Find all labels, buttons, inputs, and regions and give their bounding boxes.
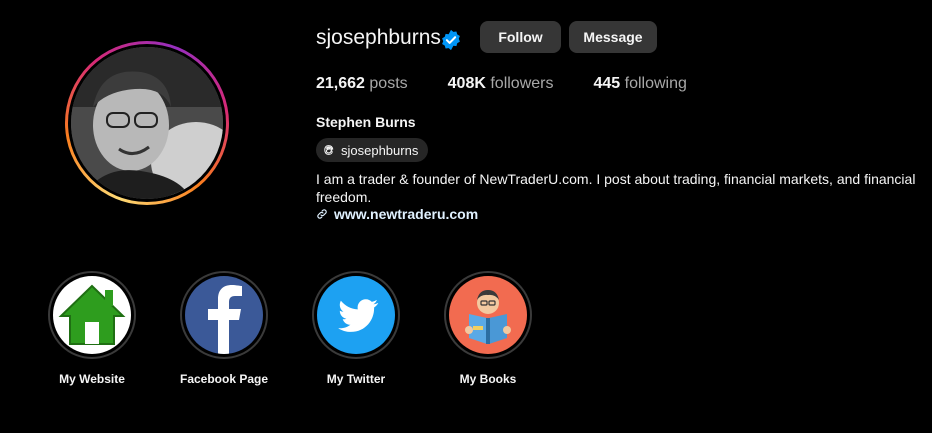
highlight-cover bbox=[449, 276, 527, 354]
profile-website-link[interactable]: www.newtraderu.com bbox=[316, 206, 478, 222]
highlight-cover bbox=[53, 276, 131, 354]
profile-username: sjosephburns bbox=[316, 26, 441, 49]
stat-followers-label: followers bbox=[490, 75, 554, 92]
highlight-label: My Website bbox=[59, 372, 125, 386]
threads-badge[interactable]: sjosephburns bbox=[316, 138, 429, 162]
highlight-ring bbox=[444, 271, 532, 359]
highlight-ring bbox=[48, 271, 136, 359]
profile-bio: I am a trader & founder of NewTraderU.co… bbox=[316, 171, 916, 205]
message-button[interactable]: Message bbox=[569, 21, 657, 53]
threads-icon bbox=[324, 145, 334, 155]
highlight-cover bbox=[317, 276, 395, 354]
profile-avatar[interactable] bbox=[71, 47, 223, 199]
highlight-label: My Books bbox=[459, 372, 517, 386]
stat-following-label: following bbox=[624, 75, 687, 92]
link-icon bbox=[317, 209, 327, 219]
verified-badge-icon bbox=[442, 29, 460, 51]
avatar-photo bbox=[71, 47, 223, 199]
reader-book-icon bbox=[449, 276, 527, 354]
highlight-my-website[interactable]: My Website bbox=[47, 271, 137, 386]
highlight-label: My Twitter bbox=[326, 372, 386, 386]
highlight-facebook-page[interactable]: Facebook Page bbox=[179, 271, 269, 386]
stat-posts-value: 21,662 bbox=[316, 75, 365, 92]
stat-followers-value: 408K bbox=[447, 75, 486, 92]
highlight-my-books[interactable]: My Books bbox=[443, 271, 533, 386]
stat-posts: 21,662 posts bbox=[316, 75, 408, 93]
highlight-cover bbox=[185, 276, 263, 354]
stat-following-value: 445 bbox=[593, 75, 621, 92]
twitter-bird-icon bbox=[317, 276, 395, 354]
profile-avatar-ring[interactable] bbox=[65, 41, 229, 205]
stat-following[interactable]: 445 following bbox=[593, 75, 686, 93]
highlight-label: Facebook Page bbox=[179, 372, 269, 386]
website-url: www.newtraderu.com bbox=[334, 206, 479, 222]
highlight-my-twitter[interactable]: My Twitter bbox=[311, 271, 401, 386]
profile-full-name: Stephen Burns bbox=[316, 114, 416, 130]
profile-stats: 21,662 posts 408K followers 445 followin… bbox=[316, 75, 727, 93]
facebook-icon bbox=[185, 276, 263, 354]
stat-followers[interactable]: 408K followers bbox=[448, 75, 554, 93]
highlight-ring bbox=[312, 271, 400, 359]
follow-button[interactable]: Follow bbox=[480, 21, 561, 53]
threads-handle: sjosephburns bbox=[341, 142, 419, 158]
house-icon bbox=[53, 276, 131, 354]
highlight-ring bbox=[180, 271, 268, 359]
stat-posts-label: posts bbox=[369, 75, 408, 92]
